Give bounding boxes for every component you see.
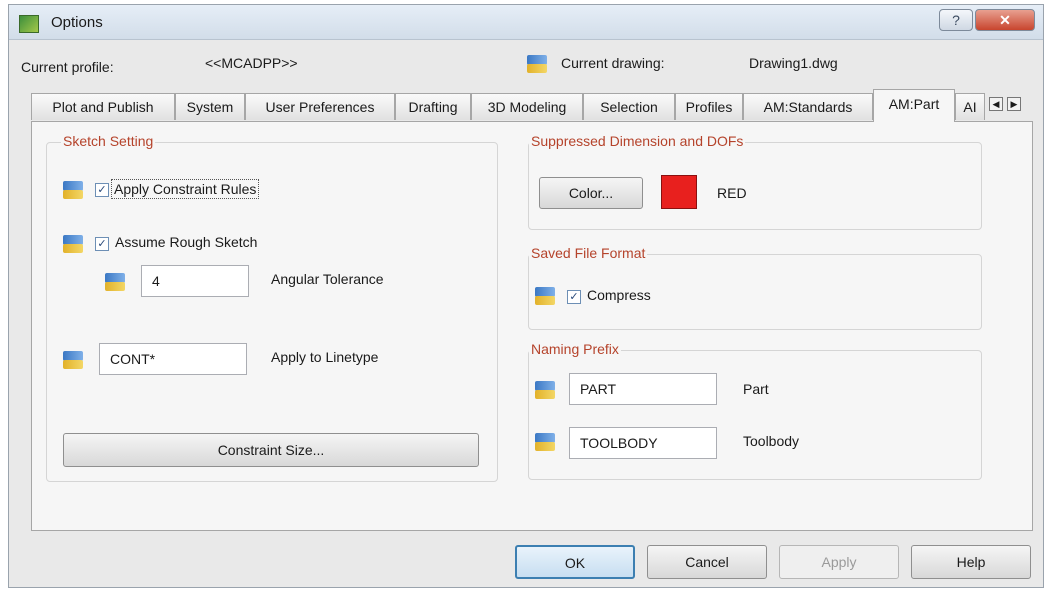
tab-plot-and-publish[interactable]: Plot and Publish	[31, 93, 175, 120]
current-drawing-label: Current drawing:	[561, 55, 665, 71]
apply-constraint-checkbox[interactable]: ✓	[95, 183, 109, 197]
naming-prefix-title: Naming Prefix	[529, 341, 621, 357]
tab-system[interactable]: System	[175, 93, 245, 120]
current-profile-label: Current profile:	[21, 59, 114, 75]
title-help-button[interactable]: ?	[939, 9, 973, 31]
tab-scroll-left-icon[interactable]: ◀	[989, 97, 1003, 111]
toolbody-prefix-input[interactable]: TOOLBODY	[569, 427, 717, 459]
part-prefix-label: Part	[743, 381, 769, 397]
assume-rough-checkbox[interactable]: ✓	[95, 237, 109, 251]
apply-button[interactable]: Apply	[779, 545, 899, 579]
sketch-setting-title: Sketch Setting	[61, 133, 156, 149]
tab-selection[interactable]: Selection	[583, 93, 675, 120]
compress-label[interactable]: Compress	[587, 287, 651, 303]
tab-am-standards[interactable]: AM:Standards	[743, 93, 873, 120]
help-button[interactable]: Help	[911, 545, 1031, 579]
color-name: RED	[717, 185, 747, 201]
compress-checkbox[interactable]: ✓	[567, 290, 581, 304]
angular-tolerance-input[interactable]: 4	[141, 265, 249, 297]
compress-icon	[535, 287, 555, 305]
tab-ai[interactable]: AI	[955, 93, 985, 120]
suppressed-dimension-title: Suppressed Dimension and DOFs	[529, 133, 746, 149]
am-part-panel: Sketch Setting ✓ Apply Constraint Rules …	[31, 121, 1033, 531]
part-prefix-input[interactable]: PART	[569, 373, 717, 405]
angular-tolerance-label: Angular Tolerance	[271, 271, 384, 287]
color-swatch	[661, 175, 697, 209]
linetype-label: Apply to Linetype	[271, 349, 379, 365]
close-button[interactable]: ✕	[975, 9, 1035, 31]
tab-drafting[interactable]: Drafting	[395, 93, 471, 120]
linetype-icon	[63, 351, 83, 369]
toolbody-prefix-label: Toolbody	[743, 433, 800, 449]
ok-button[interactable]: OK	[515, 545, 635, 579]
options-dialog: Options ? ✕ Current profile: <<MCADPP>> …	[8, 4, 1044, 588]
naming-prefix-group: Naming Prefix PART Part TOOLBODY Toolbod…	[528, 341, 982, 480]
color-button[interactable]: Color...	[539, 177, 643, 209]
apply-constraint-label[interactable]: Apply Constraint Rules	[111, 179, 260, 199]
drawing-icon	[527, 55, 547, 73]
linetype-input[interactable]: CONT*	[99, 343, 247, 375]
tab-am-part[interactable]: AM:Part	[873, 89, 955, 122]
apply-constraint-icon	[63, 181, 83, 199]
saved-file-format-title: Saved File Format	[529, 245, 648, 261]
current-drawing-value: Drawing1.dwg	[749, 55, 838, 71]
part-prefix-icon	[535, 381, 555, 399]
sketch-setting-group: Sketch Setting ✓ Apply Constraint Rules …	[46, 133, 498, 482]
toolbody-prefix-icon	[535, 433, 555, 451]
assume-rough-icon	[63, 235, 83, 253]
tab-profiles[interactable]: Profiles	[675, 93, 743, 120]
suppressed-dimension-group: Suppressed Dimension and DOFs Color... R…	[528, 133, 982, 230]
cancel-button[interactable]: Cancel	[647, 545, 767, 579]
angular-tolerance-icon	[105, 273, 125, 291]
app-icon	[19, 15, 39, 33]
current-profile-value: <<MCADPP>>	[205, 55, 298, 71]
assume-rough-label[interactable]: Assume Rough Sketch	[115, 234, 257, 250]
saved-file-format-group: Saved File Format ✓ Compress	[528, 245, 982, 330]
tab-user-preferences[interactable]: User Preferences	[245, 93, 395, 120]
window-title: Options	[51, 14, 103, 31]
title-bar[interactable]: Options ? ✕	[9, 5, 1043, 40]
tab-scroll-right-icon[interactable]: ▶	[1007, 97, 1021, 111]
constraint-size-button[interactable]: Constraint Size...	[63, 433, 479, 467]
tab-3d-modeling[interactable]: 3D Modeling	[471, 93, 583, 120]
